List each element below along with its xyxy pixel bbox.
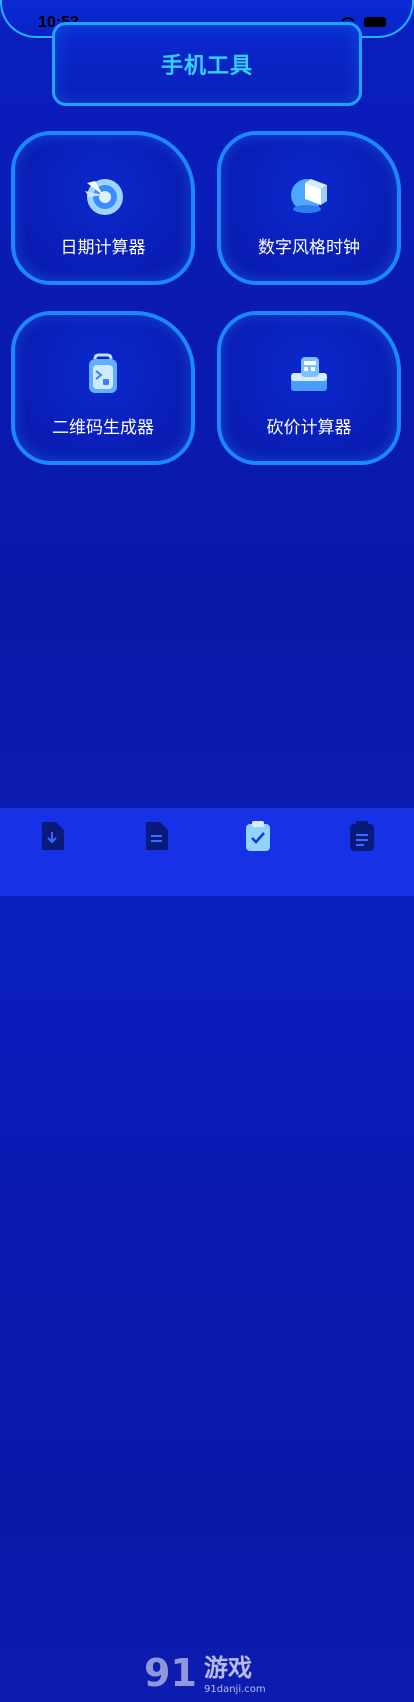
tool-card-bargain-calculator[interactable]: 砍价计算器 bbox=[217, 311, 401, 465]
page-title: 手机工具 bbox=[160, 54, 253, 79]
page-title-box: 手机工具 bbox=[52, 22, 362, 106]
tool-card-qr-generator[interactable]: 二维码生成器 bbox=[11, 311, 195, 465]
clipboard-check-icon[interactable] bbox=[244, 820, 272, 852]
svg-text:91danji.com: 91danji.com bbox=[204, 1684, 266, 1695]
tool-label: 日期计算器 bbox=[60, 238, 146, 258]
backpack-icon bbox=[89, 353, 117, 393]
tool-card-date-calculator[interactable]: 日期计算器 bbox=[11, 131, 195, 285]
battery-icon bbox=[364, 17, 386, 27]
tool-card-digital-clock[interactable]: 数字风格时钟 bbox=[217, 131, 401, 285]
watermark-91-icon: 91 游戏 91danji.com bbox=[144, 1651, 266, 1695]
document-icon[interactable] bbox=[142, 820, 170, 852]
target-dart-icon bbox=[85, 179, 123, 215]
download-doc-icon[interactable] bbox=[38, 820, 66, 852]
tool-label: 二维码生成器 bbox=[52, 418, 154, 438]
svg-text:游戏: 游戏 bbox=[204, 1654, 252, 1682]
clipboard-list-icon[interactable] bbox=[348, 820, 376, 852]
bottom-tab-bar: 91 游戏 91danji.com bbox=[0, 808, 414, 1695]
tool-label: 砍价计算器 bbox=[266, 418, 352, 438]
tool-label: 数字风格时钟 bbox=[258, 238, 360, 258]
cube-box-icon bbox=[291, 179, 327, 213]
calculator-stack-icon bbox=[291, 357, 327, 391]
watermark-logo: 91 游戏 91danji.com bbox=[140, 1646, 280, 1698]
svg-text:91: 91 bbox=[144, 1651, 197, 1695]
